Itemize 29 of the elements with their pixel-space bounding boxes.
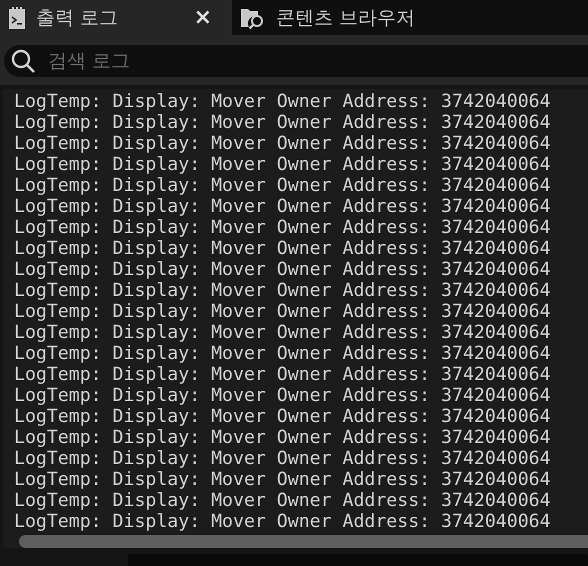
log-line: LogTemp: Display: Mover Owner Address: 3742040064 — [14, 364, 552, 386]
search-bar[interactable]: 검색 로그 — [4, 45, 588, 78]
tab-label: 콘텐츠 브라우저 — [276, 6, 416, 31]
log-line: LogTemp: Display: Mover Owner Address: 3742040064 — [14, 406, 552, 428]
log-line: LogTemp: Display: Mover Owner Address: 3742040064 — [14, 238, 552, 260]
log-line: LogTemp: Display: Mover Owner Address: 3742040064 — [14, 322, 552, 344]
log-line: LogTemp: Display: Mover Owner Address: 3742040064 — [14, 154, 552, 176]
log-line: LogTemp: Display: Mover Owner Address: 3742040064 — [14, 112, 552, 134]
log-line: LogTemp: Display: Mover Owner Address: 3742040064 — [14, 343, 552, 364]
log-line: LogTemp: Display: Mover Owner Address: 3742040064 — [14, 301, 552, 322]
log-line: LogTemp: Display: Mover Owner Address: 3742040064 — [14, 469, 552, 490]
log-line: LogTemp: Display: Mover Owner Address: 3742040064 — [14, 133, 552, 154]
log-line: LogTemp: Display: Mover Owner Address: 3742040064 — [14, 196, 552, 218]
terminal-icon — [8, 6, 26, 30]
log-line: LogTemp: Display: Mover Owner Address: 3742040064 — [14, 490, 552, 512]
log-line: LogTemp: Display: Mover Owner Address: 3742040064 — [14, 427, 552, 448]
log-line: LogTemp: Display: Mover Owner Address: 3742040064 — [14, 175, 552, 196]
scrollbar[interactable] — [19, 535, 588, 548]
log-line: LogTemp: Display: Mover Owner Address: 3742040064 — [14, 217, 552, 238]
log-line: LogTemp: Display: Mover Owner Address: 3742040064 — [14, 91, 552, 112]
close-button[interactable]: × — [190, 5, 216, 30]
log-line: LogTemp: Display: Mover Owner Address: 3742040064 — [14, 280, 552, 302]
log-line: LogTemp: Display: Mover Owner Address: 3742040064 — [14, 385, 552, 406]
log-line: LogTemp: Display: Mover Owner Address: 3742040064 — [14, 448, 552, 470]
log-line: LogTemp: Display: Mover Owner Address: 3742040064 — [14, 511, 552, 532]
tab[interactable]: 출력 로그 × — [0, 0, 232, 36]
log-line: LogTemp: Display: Mover Owner Address: 3742040064 — [14, 259, 552, 280]
tab-label: 출력 로그 — [36, 6, 118, 31]
search-icon — [10, 48, 36, 74]
